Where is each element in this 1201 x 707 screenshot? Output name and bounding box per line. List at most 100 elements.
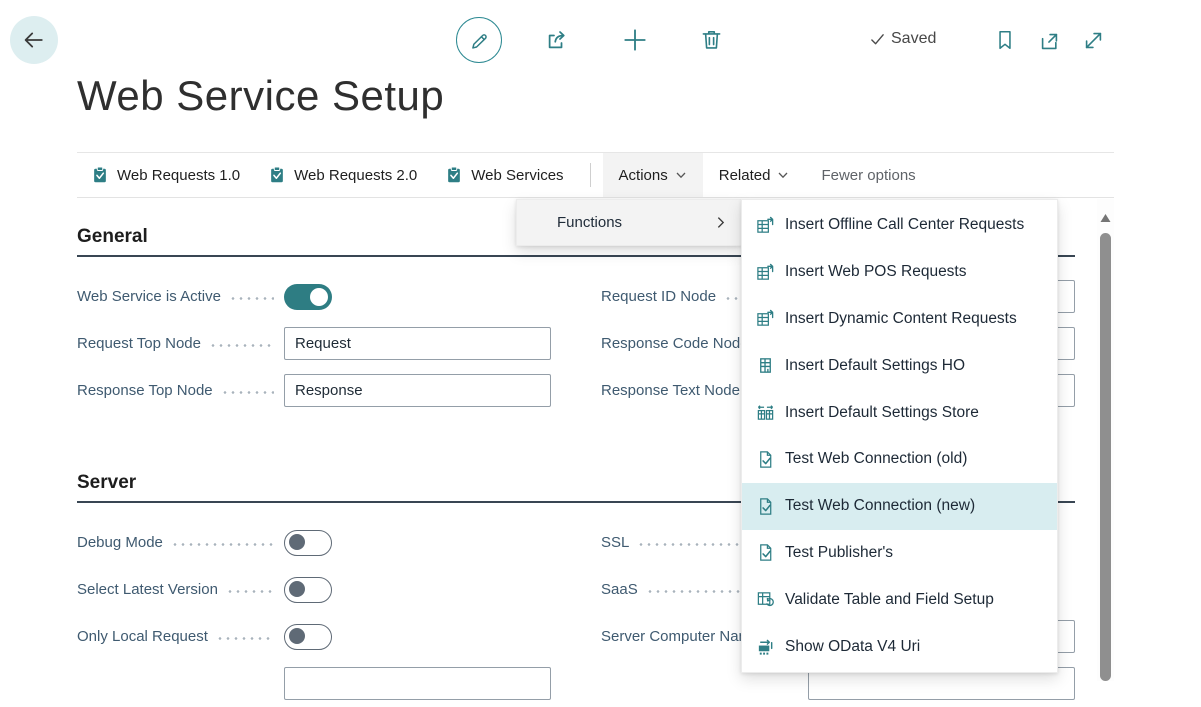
field-debug-mode: Debug Mode	[77, 519, 551, 566]
actions-menu-label: Actions	[619, 167, 668, 184]
submenu-item-label: Insert Offline Call Center Requests	[785, 216, 1024, 234]
submenu-item-label: Insert Web POS Requests	[785, 263, 967, 281]
action-bar: Web Requests 1.0 Web Requests 2.0 Web Se…	[77, 152, 1114, 198]
expand-icon	[1082, 29, 1105, 52]
pinned-actions: Web Requests 1.0 Web Requests 2.0 Web Se…	[77, 153, 578, 197]
dotted-leader	[221, 391, 274, 394]
field-label: Response Text Node	[601, 382, 740, 399]
submenu-item[interactable]: Insert Web POS Requests	[742, 249, 1057, 296]
scroll-up-arrow-icon[interactable]	[1100, 213, 1111, 223]
clipboard-check-icon	[445, 166, 463, 184]
table-insert-arrow-icon	[756, 309, 775, 328]
submenu-item-label: Test Publisher's	[785, 544, 893, 562]
submenu-item[interactable]: Insert Default Settings Store	[742, 389, 1057, 436]
related-menu-button[interactable]: Related	[703, 153, 806, 197]
ribbon-tab-label: Web Services	[471, 167, 563, 184]
share-button[interactable]	[544, 28, 569, 53]
ribbon-tab[interactable]: Web Services	[431, 153, 577, 197]
submenu-item[interactable]: Insert Dynamic Content Requests	[742, 296, 1057, 343]
dotted-leader	[216, 637, 274, 640]
ribbon-divider	[590, 163, 591, 187]
delete-trash-icon	[699, 27, 724, 52]
field-web-service-is-active: Web Service is Active	[77, 273, 551, 320]
ribbon-tab[interactable]: Web Requests 2.0	[254, 153, 431, 197]
submenu-item-label: Insert Dynamic Content Requests	[785, 310, 1017, 328]
open-in-new-window-icon	[1038, 30, 1061, 53]
field-label: Select Latest Version	[77, 581, 218, 598]
submenu-item[interactable]: Validate Table and Field Setup	[742, 576, 1057, 623]
chevron-right-icon	[714, 216, 727, 229]
delete-button[interactable]	[699, 27, 724, 52]
back-button[interactable]	[10, 16, 58, 64]
dotted-leader	[171, 543, 274, 546]
field-label: Only Local Request	[77, 628, 208, 645]
select-latest-version-toggle[interactable]	[284, 577, 332, 603]
debug-mode-toggle[interactable]	[284, 530, 332, 556]
field-label: Request Top Node	[77, 335, 201, 352]
only-local-request-toggle[interactable]	[284, 624, 332, 650]
page-check-icon	[756, 543, 775, 562]
dotted-leader	[209, 344, 274, 347]
web-service-is-active-toggle[interactable]	[284, 284, 332, 310]
field-label: Response Code Node	[601, 335, 749, 352]
check-icon	[870, 32, 885, 47]
table-insert-arrow-icon	[756, 216, 775, 235]
submenu-item[interactable]: Test Web Connection (old)	[742, 436, 1057, 483]
field-only-local-request: Only Local Request	[77, 613, 551, 660]
clipboard-check-icon	[91, 166, 109, 184]
back-arrow-icon	[22, 28, 46, 52]
add-new-icon	[622, 27, 648, 53]
scrollbar-thumb[interactable]	[1100, 233, 1111, 681]
partial-left-input[interactable]	[284, 667, 551, 700]
field-label: Debug Mode	[77, 534, 163, 551]
edit-pencil-button[interactable]	[456, 17, 502, 63]
field-label: SaaS	[601, 581, 638, 598]
new-button[interactable]	[622, 27, 648, 53]
field-label: Web Service is Active	[77, 288, 221, 305]
ribbon-tab-label: Web Requests 2.0	[294, 167, 417, 184]
field-label: Response Top Node	[77, 382, 213, 399]
chevron-down-icon	[675, 169, 687, 181]
submenu-item-label: Show OData V4 Uri	[785, 638, 920, 656]
menu-item-functions[interactable]: Functions	[517, 200, 741, 245]
actions-dropdown-menu: Functions	[516, 199, 742, 246]
vertical-scrollbar[interactable]	[1097, 199, 1114, 681]
bookmark-icon	[994, 29, 1016, 51]
actions-menu-button[interactable]: Actions	[603, 153, 703, 197]
open-in-new-window-button[interactable]	[1038, 30, 1061, 53]
field-select-latest-version: Select Latest Version	[77, 566, 551, 613]
save-status-label: Saved	[891, 30, 936, 48]
submenu-item-label: Test Web Connection (old)	[785, 450, 967, 468]
edit-pencil-icon	[469, 30, 490, 51]
table-refresh-icon	[756, 590, 775, 609]
submenu-item[interactable]: Test Web Connection (new)	[742, 483, 1057, 530]
page-check-icon	[756, 497, 775, 516]
request-top-node-input[interactable]	[284, 327, 551, 360]
store-arrows-icon	[756, 403, 775, 422]
field-partial-left	[77, 660, 551, 707]
bookmark-button[interactable]	[994, 29, 1016, 51]
dotted-leader	[226, 590, 274, 593]
field-label: Server Computer Name	[601, 628, 759, 645]
submenu-item[interactable]: Test Publisher's	[742, 530, 1057, 577]
chevron-down-icon	[777, 169, 789, 181]
expand-button[interactable]	[1082, 29, 1105, 52]
submenu-item[interactable]: Insert Default Settings HO	[742, 342, 1057, 389]
field-request-top-node: Request Top Node	[77, 320, 551, 367]
field-label: Request ID Node	[601, 288, 716, 305]
submenu-item-label: Test Web Connection (new)	[785, 497, 975, 515]
dotted-leader	[229, 297, 274, 300]
submenu-item[interactable]: Insert Offline Call Center Requests	[742, 202, 1057, 249]
save-status: Saved	[870, 30, 936, 48]
submenu-item[interactable]: Show OData V4 Uri	[742, 623, 1057, 670]
submenu-item-label: Insert Default Settings Store	[785, 404, 979, 422]
table-insert-arrow-icon	[756, 263, 775, 282]
ribbon-tab[interactable]: Web Requests 1.0	[77, 153, 254, 197]
fewer-options-button[interactable]: Fewer options	[805, 153, 931, 197]
related-menu-label: Related	[719, 167, 771, 184]
response-top-node-input[interactable]	[284, 374, 551, 407]
menu-item-label: Functions	[557, 214, 622, 231]
field-label: SSL	[601, 534, 629, 551]
clipboard-check-icon	[268, 166, 286, 184]
building-icon	[756, 356, 775, 375]
